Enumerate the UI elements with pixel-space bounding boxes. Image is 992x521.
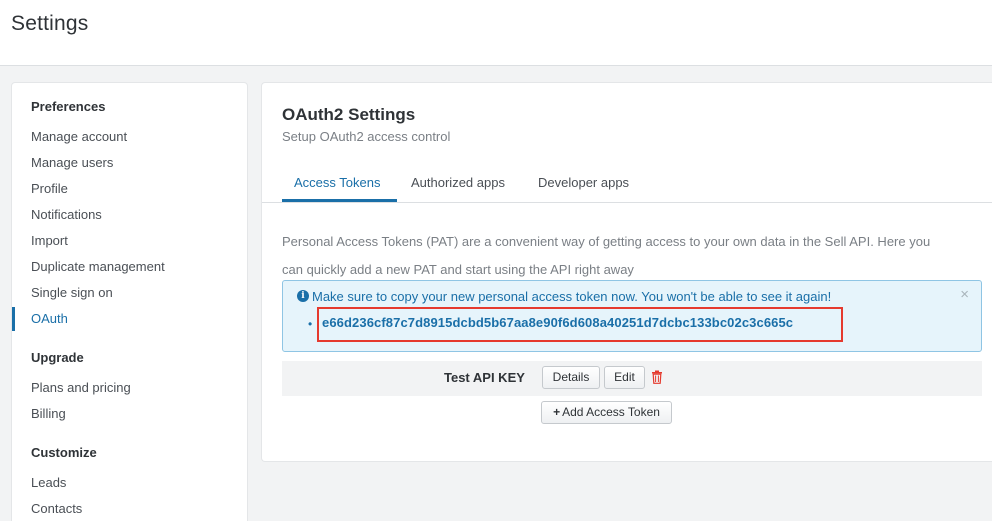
info-icon: i <box>297 290 309 302</box>
sidebar-item-plans-and-pricing[interactable]: Plans and pricing <box>31 380 131 395</box>
panel-subtitle: Setup OAuth2 access control <box>282 129 451 144</box>
settings-sidebar: Preferences Manage account Manage users … <box>11 82 248 521</box>
sidebar-item-contacts[interactable]: Contacts <box>31 501 82 516</box>
sidebar-item-profile[interactable]: Profile <box>31 181 68 196</box>
sidebar-item-import[interactable]: Import <box>31 233 68 248</box>
tab-authorized-apps[interactable]: Authorized apps <box>411 175 505 190</box>
plus-icon: + <box>553 405 561 419</box>
sidebar-item-leads[interactable]: Leads <box>31 475 66 490</box>
sidebar-item-manage-users[interactable]: Manage users <box>31 155 113 170</box>
details-button[interactable]: Details <box>542 366 600 389</box>
pat-description-line-1: Personal Access Tokens (PAT) are a conve… <box>282 234 931 249</box>
sidebar-active-indicator <box>12 307 15 331</box>
tab-developer-apps[interactable]: Developer apps <box>538 175 629 190</box>
access-token-value[interactable]: e66d236cf87c7d8915dcbd5b67aa8e90f6d608a4… <box>322 315 793 330</box>
sidebar-item-billing[interactable]: Billing <box>31 406 66 421</box>
sidebar-item-duplicate-management[interactable]: Duplicate management <box>31 259 165 274</box>
sidebar-item-oauth[interactable]: OAuth <box>31 311 68 326</box>
close-icon[interactable]: × <box>960 286 969 303</box>
edit-button[interactable]: Edit <box>604 366 645 389</box>
add-access-token-label: Add Access Token <box>562 405 660 419</box>
top-bar: Settings <box>0 0 992 66</box>
sidebar-section-preferences: Preferences <box>31 99 106 114</box>
pat-description: Personal Access Tokens (PAT) are a conve… <box>282 228 982 284</box>
tabs-divider <box>262 202 992 203</box>
add-access-token-button[interactable]: + Add Access Token <box>541 401 672 424</box>
token-name: Test API KEY <box>444 370 525 385</box>
tab-access-tokens[interactable]: Access Tokens <box>294 175 380 190</box>
alert-message: Make sure to copy your new personal acce… <box>312 289 832 304</box>
page-title: Settings <box>11 12 89 35</box>
bullet-icon: • <box>308 317 313 331</box>
sidebar-section-customize: Customize <box>31 445 97 460</box>
panel-title: OAuth2 Settings <box>282 105 416 124</box>
token-alert: i Make sure to copy your new personal ac… <box>282 280 982 352</box>
trash-icon[interactable] <box>651 370 663 384</box>
oauth-settings-panel: OAuth2 Settings Setup OAuth2 access cont… <box>261 82 992 462</box>
sidebar-item-notifications[interactable]: Notifications <box>31 207 102 222</box>
token-row: Test API KEY Details Edit <box>282 361 982 396</box>
sidebar-item-manage-account[interactable]: Manage account <box>31 129 127 144</box>
sidebar-section-upgrade: Upgrade <box>31 350 84 365</box>
sidebar-item-single-sign-on[interactable]: Single sign on <box>31 285 113 300</box>
